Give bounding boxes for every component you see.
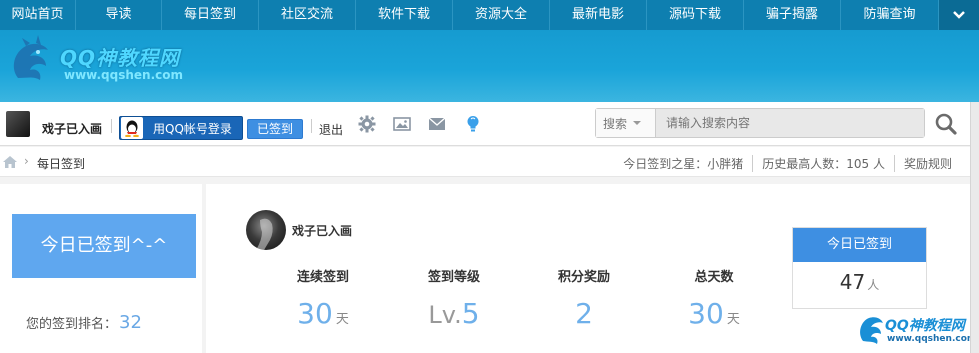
brand-title: QQ神教程网 bbox=[60, 46, 181, 70]
rank-text: 您的签到排名： 32 bbox=[26, 312, 142, 333]
avatar[interactable] bbox=[6, 111, 30, 137]
nav-item-antiscam[interactable]: 防骗查询 bbox=[841, 0, 939, 30]
watermark-logo: QQ神教程网 www.qqshen.com bbox=[857, 313, 977, 349]
site-banner: QQ神教程网 www.qqshen.com bbox=[0, 30, 979, 102]
avatar[interactable] bbox=[246, 210, 286, 250]
breadcrumb-separator: › bbox=[24, 154, 29, 168]
today-count-value: 47 bbox=[839, 270, 866, 294]
today-count-card: 今日已签到 47 人 bbox=[792, 227, 927, 309]
streak-unit: 天 bbox=[335, 312, 349, 327]
level-prefix: Lv. bbox=[428, 301, 462, 329]
search-icon bbox=[935, 113, 957, 135]
profile-name: 戏子已入画 bbox=[292, 224, 353, 238]
logout-link[interactable]: 退出 bbox=[319, 121, 343, 138]
site-logo[interactable]: QQ神教程网 www.qqshen.com bbox=[8, 34, 208, 94]
nav-item-software[interactable]: 软件下载 bbox=[356, 0, 453, 30]
nav-item-community[interactable]: 社区交流 bbox=[259, 0, 356, 30]
checkin-stats: 今日签到之星：小胖猪 历史最高人数：105 人 奖励规则 bbox=[614, 155, 961, 172]
search-type-label: 搜索 bbox=[603, 116, 628, 131]
watermark-url: www.qqshen.com bbox=[887, 334, 977, 344]
total-days-value: 30 bbox=[688, 297, 724, 330]
streak-stat: 连续签到 30 天 bbox=[268, 266, 378, 330]
qq-login-button[interactable]: 用QQ帐号登录 bbox=[119, 116, 243, 140]
image-icon[interactable] bbox=[392, 114, 412, 134]
total-days-label: 总天数 bbox=[694, 270, 734, 285]
username[interactable]: 戏子已入画 bbox=[42, 120, 102, 137]
caret-down-icon bbox=[633, 121, 642, 125]
divider bbox=[111, 119, 112, 133]
search-input[interactable] bbox=[656, 109, 924, 137]
top-nav: 网站首页 导读 每日签到 社区交流 软件下载 资源大全 最新电影 源码下载 骗子… bbox=[0, 0, 979, 30]
signed-in-badge[interactable]: 已签到 bbox=[247, 119, 303, 139]
today-star: 今日签到之星：小胖猪 bbox=[623, 157, 744, 171]
rank-label: 您的签到排名： bbox=[26, 317, 118, 332]
today-checked-button[interactable]: 今日已签到^-^ bbox=[12, 214, 196, 278]
gear-icon[interactable] bbox=[357, 114, 377, 134]
nav-item-checkin[interactable]: 每日签到 bbox=[162, 0, 259, 30]
checkin-status-panel: 今日已签到^-^ 您的签到排名： 32 bbox=[0, 184, 202, 353]
nav-item-resources[interactable]: 资源大全 bbox=[453, 0, 550, 30]
nav-item-guide[interactable]: 导读 bbox=[76, 0, 162, 30]
nav-item-home[interactable]: 网站首页 bbox=[0, 0, 76, 30]
nav-item-source[interactable]: 源码下载 bbox=[647, 0, 744, 30]
nav-item-movies[interactable]: 最新电影 bbox=[550, 0, 647, 30]
divider bbox=[311, 119, 312, 133]
chevron-down-icon bbox=[953, 11, 965, 19]
breadcrumb: › 每日签到 今日签到之星：小胖猪 历史最高人数：105 人 奖励规则 bbox=[0, 147, 970, 177]
nav-item-scam[interactable]: 骗子揭露 bbox=[744, 0, 841, 30]
level-stat: 签到等级 Lv.5 bbox=[399, 266, 509, 330]
total-days-stat: 总天数 30 天 bbox=[659, 266, 769, 330]
breadcrumb-current[interactable]: 每日签到 bbox=[37, 155, 85, 172]
page-scrollbar[interactable] bbox=[970, 102, 979, 353]
checkin-summary-panel: 戏子已入画 连续签到 30 天 签到等级 Lv.5 积分奖励 2 总天数 30 天 … bbox=[206, 184, 970, 353]
search-box: 搜索 bbox=[595, 108, 925, 138]
nav-more-button[interactable] bbox=[939, 0, 979, 30]
home-icon[interactable] bbox=[3, 156, 17, 168]
points-value: 2 bbox=[575, 297, 593, 330]
mail-icon[interactable] bbox=[427, 114, 447, 134]
user-toolbar: 戏子已入画 用QQ帐号登录 已签到 退出 搜索 请输入搜索内容 bbox=[0, 102, 970, 146]
dragon-logo-icon bbox=[860, 317, 883, 344]
search-type-select[interactable]: 搜索 bbox=[596, 109, 656, 137]
points-stat: 积分奖励 2 bbox=[529, 266, 639, 330]
reward-rules-link[interactable]: 奖励规则 bbox=[893, 155, 961, 172]
search-button[interactable] bbox=[934, 112, 958, 136]
streak-value: 30 bbox=[297, 297, 333, 330]
today-count-unit: 人 bbox=[867, 278, 880, 292]
points-label: 积分奖励 bbox=[557, 270, 610, 285]
qq-icon bbox=[121, 117, 143, 139]
lightbulb-icon[interactable] bbox=[463, 114, 483, 134]
qq-login-label: 用QQ帐号登录 bbox=[153, 121, 232, 136]
total-days-unit: 天 bbox=[726, 312, 740, 327]
rank-value: 32 bbox=[119, 312, 142, 333]
dragon-logo-icon bbox=[13, 35, 48, 80]
level-value: 5 bbox=[461, 297, 480, 330]
level-label: 签到等级 bbox=[427, 270, 480, 285]
record-count: 历史最高人数：105 人 bbox=[752, 155, 894, 172]
watermark-title: QQ神教程网 bbox=[885, 318, 965, 334]
brand-url: www.qqshen.com bbox=[64, 68, 184, 82]
streak-label: 连续签到 bbox=[296, 270, 349, 285]
today-count-title: 今日已签到 bbox=[793, 228, 926, 262]
